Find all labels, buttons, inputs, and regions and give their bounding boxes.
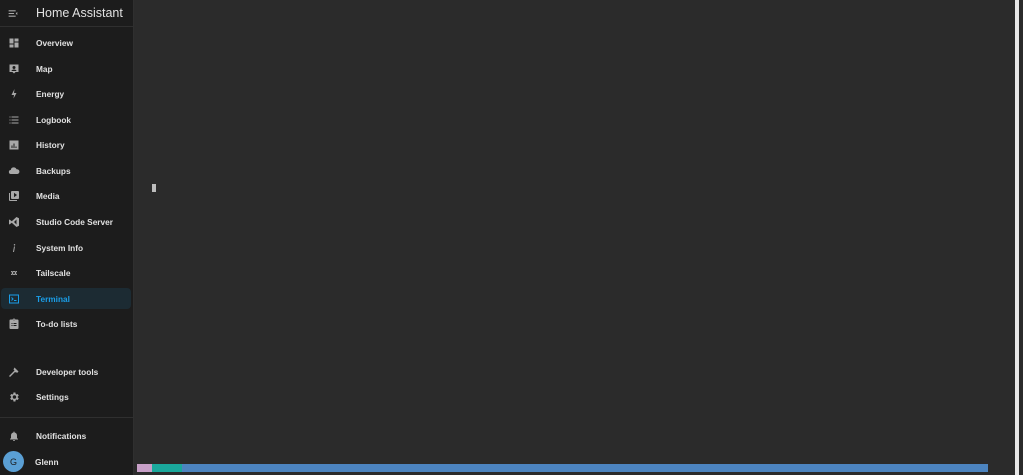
sidebar-item-label: Logbook: [36, 114, 72, 125]
sidebar-item-label: Overview: [36, 37, 73, 48]
sidebar-item-studio-code-server[interactable]: Studio Code Server: [1, 211, 131, 232]
sidebar-item-label: Developer tools: [36, 366, 99, 377]
status-segment-2: [152, 464, 182, 472]
sidebar-item-todo-lists[interactable]: To-do lists: [1, 313, 131, 334]
user-name: Glenn: [35, 456, 59, 467]
terminal-panel[interactable]: [134, 0, 1019, 475]
sidebar-item-energy[interactable]: Energy: [1, 83, 131, 104]
terminal-icon: [7, 292, 21, 306]
bell-icon: [7, 429, 21, 443]
sidebar-item-label: To-do lists: [36, 318, 78, 329]
sidebar-item-label: Terminal: [36, 293, 70, 304]
cloud-icon: [7, 164, 21, 178]
sidebar-header: Home Assistant: [0, 0, 133, 27]
clipboard-icon: [7, 317, 21, 331]
sidebar-item-settings[interactable]: Settings: [1, 386, 131, 407]
sidebar-item-overview[interactable]: Overview: [1, 32, 131, 53]
sidebar: Home Assistant Overview Map Energy Logbo…: [0, 0, 134, 475]
avatar: G: [3, 451, 24, 472]
sidebar-item-label: Studio Code Server: [36, 216, 113, 227]
sidebar-item-label: History: [36, 139, 65, 150]
sidebar-item-label: System Info: [36, 242, 84, 253]
sidebar-item-label: Backups: [36, 165, 71, 176]
media-icon: [7, 189, 21, 203]
lightning-icon: [7, 87, 21, 101]
sidebar-item-profile[interactable]: G Glenn: [1, 451, 131, 472]
sidebar-item-label: Notifications: [36, 430, 87, 441]
app-window: Home Assistant Overview Map Energy Logbo…: [0, 0, 1023, 475]
list-icon: [7, 113, 21, 127]
sidebar-item-label: Energy: [36, 88, 65, 99]
terminal-cursor: [152, 184, 156, 192]
chart-icon: [7, 138, 21, 152]
sidebar-item-media[interactable]: Media: [1, 185, 131, 206]
sidebar-item-label: Tailscale: [36, 267, 71, 278]
sidebar-item-label: Settings: [36, 391, 69, 402]
tailscale-icon: [7, 266, 21, 280]
app-title: Home Assistant: [36, 6, 123, 20]
sidebar-item-backups[interactable]: Backups: [1, 160, 131, 181]
sidebar-item-notifications[interactable]: Notifications: [1, 425, 131, 446]
sidebar-item-tailscale[interactable]: Tailscale: [1, 262, 131, 283]
gear-icon: [7, 390, 21, 404]
menu-toggle-icon[interactable]: [0, 0, 26, 26]
status-segment-1: [137, 464, 152, 472]
sidebar-item-map[interactable]: Map: [1, 58, 131, 79]
hammer-icon: [7, 365, 21, 379]
sidebar-item-label: Media: [36, 190, 60, 201]
map-icon: [7, 62, 21, 76]
sidebar-item-history[interactable]: History: [1, 134, 131, 155]
sidebar-item-system-info[interactable]: System Info: [1, 237, 131, 258]
status-segment-3: [182, 464, 988, 472]
sidebar-item-label: Map: [36, 63, 53, 74]
sidebar-item-terminal[interactable]: Terminal: [1, 288, 131, 309]
sidebar-item-logbook[interactable]: Logbook: [1, 109, 131, 130]
vscode-icon: [7, 215, 21, 229]
terminal-status-bar: [137, 464, 988, 472]
dashboard-icon: [7, 36, 21, 50]
sidebar-item-developer-tools[interactable]: Developer tools: [1, 361, 131, 382]
sidebar-divider: [0, 417, 133, 418]
scrollbar[interactable]: [1015, 0, 1019, 475]
info-icon: [7, 241, 21, 255]
